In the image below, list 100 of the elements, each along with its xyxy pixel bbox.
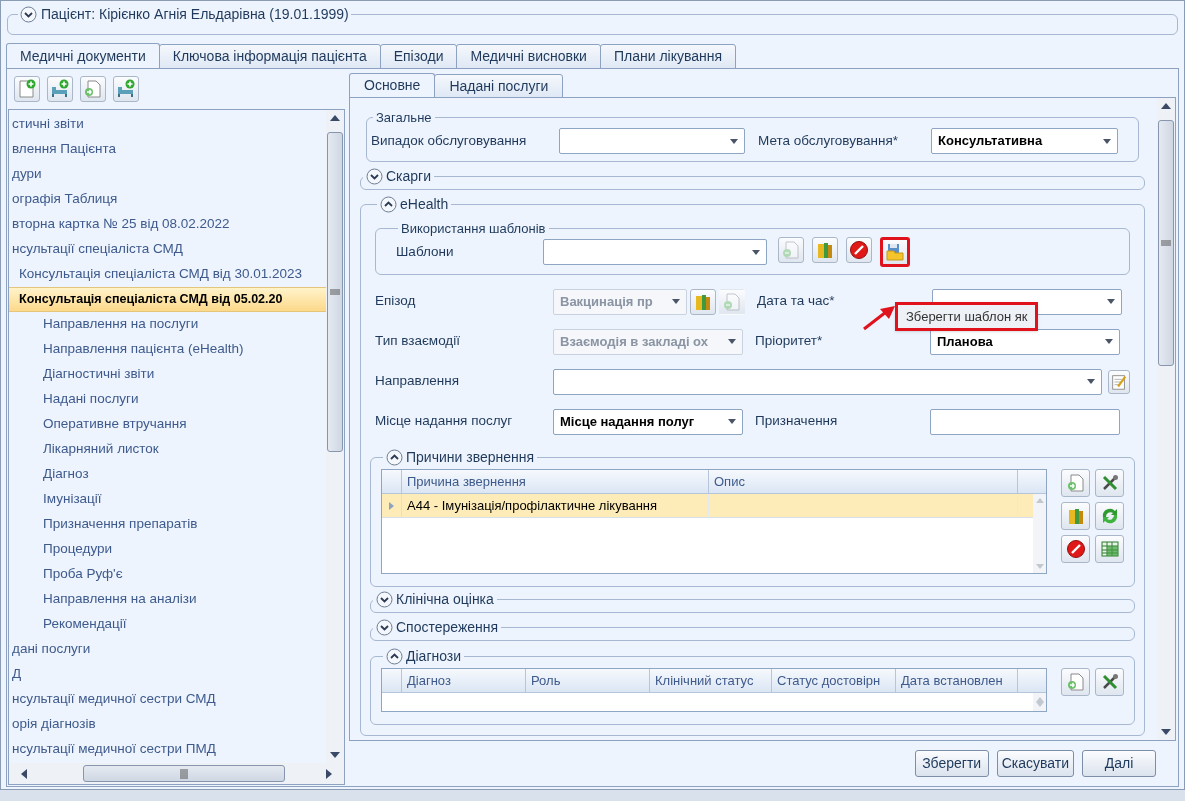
column-header[interactable]: Роль [526,669,650,692]
field-label: Тип взаємодії [375,332,461,351]
collapse-toggle[interactable] [386,449,403,466]
apply-template-button[interactable] [778,237,804,263]
tab[interactable]: Основне [349,73,436,98]
collapse-toggle[interactable] [380,195,397,213]
scrollbar-thumb[interactable] [327,132,343,452]
document-arrow-icon [1065,672,1086,692]
dialog-button[interactable]: Зберегти [914,750,989,777]
tree-item[interactable]: нсультації спеціаліста СМД [9,237,326,262]
tree-item[interactable]: дури [9,162,326,187]
expand-toggle[interactable] [366,167,383,185]
delete-button[interactable] [1061,535,1090,563]
tree-item[interactable]: вторна картка № 25 від 08.02.2022 [9,212,326,237]
group-title: Причини звернення [406,448,535,467]
scrollbar-thumb[interactable] [1158,120,1174,366]
tab[interactable]: Епізоди [379,44,458,69]
directory-button[interactable] [1061,502,1090,530]
tree-item[interactable]: Надані послуги [9,387,326,412]
edit-referral-button[interactable] [1108,369,1130,394]
scroll-up-icon[interactable] [1161,103,1171,109]
tab[interactable]: Ключова інформація пацієнта [158,44,381,69]
caret-icon [728,339,736,344]
dialog-button[interactable]: Далі [1082,750,1156,777]
tree-item[interactable]: Діагностичні звіти [9,362,326,387]
tree-item[interactable]: Направлення на послуги [9,312,326,337]
tree-item[interactable]: Направлення на аналізи [9,587,326,612]
add-button[interactable] [1061,469,1090,497]
expand-toggle[interactable] [376,591,393,608]
refresh-button[interactable] [1095,502,1124,530]
dropdown-field[interactable] [543,239,767,265]
scroll-down-icon[interactable] [330,752,340,758]
column-header[interactable]: Статус достовірн [772,669,896,692]
add-bed-button[interactable] [113,76,139,102]
tab[interactable]: Плани лікування [599,44,737,69]
tree-item[interactable]: Імунізації [9,487,326,512]
column-header[interactable]: Діагноз [402,669,526,692]
expand-toggle[interactable] [20,6,37,23]
caret-icon [752,249,760,255]
save-template-button[interactable] [880,237,910,267]
add-document-button[interactable] [14,76,40,102]
episode-button[interactable] [690,288,716,315]
scrollbar-thumb[interactable] [83,765,285,782]
tree-item[interactable]: Д [9,662,326,687]
tree-item[interactable]: стичні звіти [9,112,326,137]
vertical-scrollbar[interactable] [326,110,344,763]
scroll-down-icon[interactable] [1161,729,1171,735]
tree-item[interactable]: Діагноз [9,462,326,487]
dropdown-field[interactable]: Планова [930,328,1120,355]
tab[interactable]: Медичні висновки [456,44,601,69]
dropdown-field[interactable]: Місце надання полуг [553,408,743,435]
vertical-scrollbar[interactable] [1157,98,1175,740]
column-header[interactable]: Дата встановлен [896,669,1018,692]
table-row[interactable]: A44 - Імунізація/профілактичне лікування [382,494,1033,518]
scroll-up-icon[interactable] [330,115,340,121]
tree-item[interactable]: Процедури [9,537,326,562]
tree-item[interactable]: ографія Таблиця [9,187,326,212]
tree-item[interactable]: Призначення препаратів [9,512,326,537]
tree-item[interactable]: нсультації медичної сестри ПМД [9,737,326,762]
tree-item[interactable]: Консультація спеціаліста СМД від 05.02.20 [9,287,326,312]
tree-item[interactable]: нсультації медичної сестри СМД [9,687,326,712]
tree-item[interactable]: Лікарняний листок [9,437,326,462]
table-cell: A44 - Імунізація/профілактичне лікування [402,494,709,517]
tree-item[interactable]: дані послуги [9,637,326,662]
document-arrow-button[interactable] [80,76,106,102]
dialog-button[interactable]: Скасувати [996,750,1074,777]
column-header[interactable]: Опис [709,470,1018,493]
add-document-icon [17,79,37,99]
tree-item[interactable]: Оперативне втручання [9,412,326,437]
dropdown-field[interactable] [553,368,1102,395]
scroll-right-icon[interactable] [326,768,332,779]
table-button[interactable] [1095,535,1124,563]
scroll-left-icon[interactable] [21,768,27,779]
field-label: Направлення [375,372,461,391]
dropdown-field[interactable]: Консультативна [931,128,1118,154]
tree-item[interactable]: Проба Руф'є [9,562,326,587]
tree-item[interactable]: Консультація спеціаліста СМД від 30.01.2023 [9,262,326,287]
column-header[interactable]: Клінічний статус [650,669,772,692]
column-header[interactable]: Причина звернення [402,470,709,493]
edit-button[interactable] [1095,668,1124,696]
templates-button[interactable] [812,237,838,263]
tab[interactable]: Надані послуги [434,74,564,98]
add-button[interactable] [1061,668,1090,696]
tree-item[interactable]: Рекомендації [9,612,326,637]
tab[interactable]: Медичні документи [6,43,160,69]
delete-template-button[interactable] [846,237,872,263]
edit-note-icon [1110,372,1128,391]
tree-item[interactable]: Направлення пацієнта (eHealth) [9,337,326,362]
dropdown-field[interactable] [559,128,745,154]
horizontal-scrollbar[interactable] [9,763,344,784]
tree-item[interactable]: орія діагнозів [9,712,326,737]
edit-button[interactable] [1095,469,1124,497]
group-title: Клінічна оцінка [396,590,494,609]
tree-item[interactable]: влення Пацієнта [9,137,326,162]
add-bed-button[interactable] [47,76,73,102]
input-field[interactable] [930,408,1120,435]
field-label: Шаблони [396,242,455,261]
expand-toggle[interactable] [376,619,393,636]
caret-icon [1105,339,1113,344]
collapse-toggle[interactable] [386,648,403,665]
